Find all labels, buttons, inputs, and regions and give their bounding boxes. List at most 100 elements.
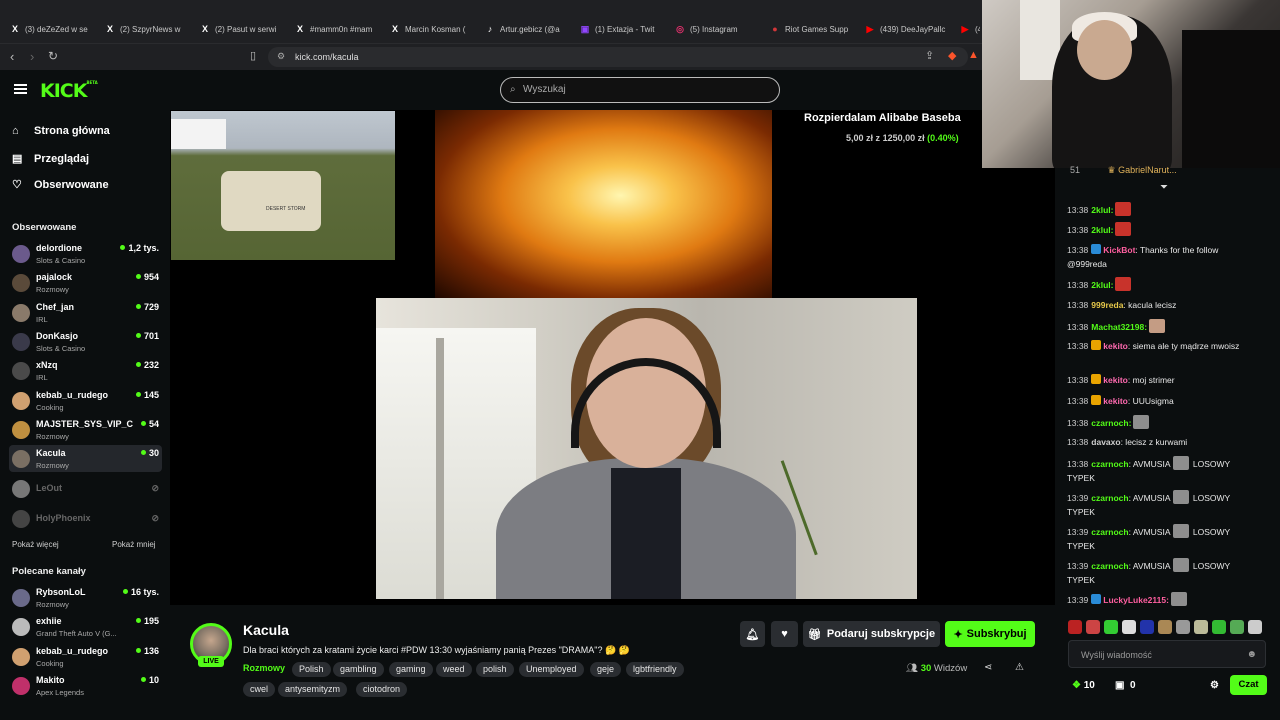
sidebar-channel[interactable]: pajalock Rozmowy 954 <box>9 269 162 296</box>
emote-quickbar[interactable] <box>1068 620 1268 634</box>
browser-tab[interactable]: ▶ (4 <box>960 18 980 40</box>
chat-username[interactable]: 999reda <box>1091 300 1123 310</box>
nav-item[interactable]: ▤ Przeglądaj <box>12 152 89 166</box>
browser-tab[interactable]: ◎ (5) Instagram <box>675 18 763 40</box>
sidebar-channel[interactable]: exhiie Grand Theft Auto V (G... 195 <box>9 613 162 640</box>
nav-item[interactable]: ⌂ Strona główna <box>12 125 110 137</box>
stream-tag[interactable]: cwel <box>243 682 276 697</box>
sidebar-channel[interactable]: Chef_jan IRL 729 <box>9 299 162 326</box>
kick-logo[interactable]: KICKBETA <box>40 80 98 102</box>
chat-username[interactable]: czarnoch <box>1091 527 1128 537</box>
subscribe-button[interactable]: ✦ Subskrybuj <box>945 621 1035 647</box>
browser-tab[interactable]: ▣ (1) Extazja - Twit <box>580 18 668 40</box>
sidebar-channel[interactable]: DonKasjo Slots & Casino 701 <box>9 328 162 355</box>
chat-username[interactable]: Machat32198: <box>1091 322 1147 332</box>
stream-tag[interactable]: geje <box>590 662 622 677</box>
browser-tab[interactable]: X (2) Pasut w serwi <box>200 18 288 40</box>
sidebar-channel[interactable]: LeOut ⊘ <box>9 475 162 502</box>
show-more-link[interactable]: Pokaż więcej <box>12 540 59 549</box>
sidebar-channel[interactable]: xNzq IRL 232 <box>9 357 162 384</box>
stream-tag[interactable]: lgbtfriendly <box>626 662 684 677</box>
chat-username[interactable]: davaxo <box>1091 437 1120 447</box>
menu-icon[interactable] <box>14 84 27 94</box>
stream-tag[interactable]: gaming <box>389 662 433 677</box>
chat-username[interactable]: kekito <box>1103 341 1128 351</box>
site-settings-icon[interactable]: ⚙ <box>277 51 285 62</box>
channel-points[interactable]: ❖ 10 <box>1072 680 1095 691</box>
chat-settings-icon[interactable]: ⚙ <box>1210 680 1219 691</box>
forward-icon[interactable]: › <box>30 49 34 64</box>
chat-username[interactable]: kekito <box>1103 396 1128 406</box>
bookmark-icon[interactable]: ▯ <box>250 49 256 62</box>
share-icon[interactable]: ⇪ <box>925 49 934 62</box>
channel-name: kebab_u_rudego <box>36 389 109 400</box>
browser-tab[interactable]: ● Riot Games Supp <box>770 18 858 40</box>
crown-icon: ♛ <box>1107 165 1116 175</box>
back-icon[interactable]: ‹ <box>10 49 14 64</box>
sidebar-channel[interactable]: kebab_u_rudego Cooking 136 <box>9 643 162 670</box>
chat-username[interactable]: kekito <box>1103 375 1128 385</box>
stream-tag[interactable]: antysemityzm <box>278 682 348 697</box>
chat-username[interactable]: KickBot <box>1103 245 1135 255</box>
browser-tab[interactable]: ♪ Artur.gebicz (@a <box>485 18 573 40</box>
stream-tag[interactable]: ciotodron <box>356 682 408 697</box>
stream-tag[interactable]: weed <box>436 662 472 677</box>
sidebar-channel[interactable]: Makito Apex Legends 10 <box>9 672 162 699</box>
tab-label: #mamm0n #mam <box>310 24 373 34</box>
nav-item[interactable]: ♡ Obserwowane <box>12 178 109 192</box>
chat-username[interactable]: 2klul: <box>1091 205 1113 215</box>
stream-tag[interactable]: Polish <box>292 662 331 677</box>
streamer-name[interactable]: Kacula <box>243 622 289 638</box>
chat-username[interactable]: czarnoch <box>1091 493 1128 503</box>
badge-icon <box>1091 340 1102 350</box>
tab-label: Marcin Kosman ( <box>405 24 466 34</box>
channel-viewers: 701 <box>136 331 159 341</box>
browser-tab[interactable]: X Marcin Kosman ( <box>390 18 478 40</box>
channel-name: RybsonLoL <box>36 587 86 597</box>
chat-time: 13:38 <box>1067 245 1089 255</box>
channel-avatar <box>12 391 30 410</box>
stream-category[interactable]: Rozmowy <box>243 663 285 673</box>
sidebar-channel[interactable]: delordione Slots & Casino 1,2 tys. <box>9 240 162 267</box>
follow-heart-button[interactable]: ♥ <box>771 621 798 647</box>
chat-message: 13:38 czarnoch: <box>1067 415 1257 430</box>
browser-tab[interactable]: X (3) deZeZed w se <box>10 18 98 40</box>
chat-username[interactable]: czarnoch <box>1091 459 1128 469</box>
show-less-link[interactable]: Pokaż mniej <box>112 540 156 549</box>
sidebar-channel[interactable]: HolyPhoenix ⊘ <box>9 505 162 532</box>
stream-tag[interactable]: polish <box>476 662 514 677</box>
brave-shield-icon[interactable]: ◆ <box>948 49 956 62</box>
send-chat-button[interactable]: Czat <box>1230 675 1267 695</box>
chat-username[interactable]: 2klul: <box>1091 225 1113 235</box>
report-icon[interactable]: ⚠ <box>1015 662 1024 673</box>
stream-tag[interactable]: Unemployed <box>519 662 584 677</box>
chat-input[interactable]: Wyślij wiadomość ☻ <box>1068 640 1266 668</box>
browser-tab[interactable]: X #mamm0n #mam <box>295 18 383 40</box>
offline-icon: ⊘ <box>151 483 159 493</box>
url-field[interactable]: ⚙ kick.com/kacula <box>268 47 968 67</box>
chat-username[interactable]: czarnoch: <box>1091 418 1131 428</box>
chat-time: 13:39 <box>1067 527 1089 537</box>
brave-rewards-icon[interactable]: ▲ <box>968 49 979 61</box>
sidebar-channel[interactable]: Kacula Rozmowy 30 <box>9 445 162 473</box>
gift-subs-button[interactable]: 🎁︎ Podaruj subskrypcje <box>803 621 940 647</box>
sidebar-channel[interactable]: RybsonLoL Rozmowy 16 tys. <box>9 584 162 611</box>
viewer-webcam-overlay <box>982 0 1280 168</box>
emoji-picker-icon[interactable]: ☻ <box>1246 649 1257 660</box>
chat-username[interactable]: 2klul: <box>1091 280 1113 290</box>
share-stream-icon[interactable]: ⋖ <box>984 662 992 673</box>
sidebar-channel[interactable]: MAJSTER_SYS_VIP_C Rozmowy 54 <box>9 416 162 443</box>
search-input[interactable]: ⌕ Wyszukaj <box>500 77 780 103</box>
emote-icon <box>1115 202 1132 216</box>
stream-tag[interactable]: gambling <box>333 662 384 677</box>
chat-username[interactable]: czarnoch <box>1091 561 1128 571</box>
chat-username[interactable]: LuckyLuke2115: <box>1103 595 1169 605</box>
sidebar-channel[interactable]: kebab_u_rudego Cooking 145 <box>9 387 162 414</box>
chat-time: 13:39 <box>1067 561 1089 571</box>
browser-tab[interactable]: ▶ (439) DeeJayPallc <box>865 18 953 40</box>
collapse-pinned-icon[interactable]: ⏷ <box>1160 182 1168 193</box>
reload-icon[interactable]: ↻ <box>48 49 58 63</box>
browser-tab[interactable]: X (2) SzpyrNews w <box>105 18 193 40</box>
inventory[interactable]: ▣ 0 <box>1115 680 1136 691</box>
notification-bell-icon[interactable]: 🔔︎ <box>740 621 765 647</box>
